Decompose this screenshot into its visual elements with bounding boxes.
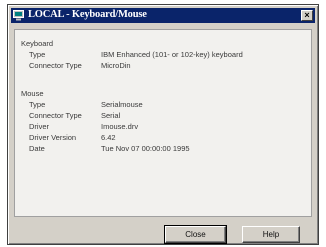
keyboard-heading: Keyboard — [21, 39, 54, 48]
mouse-connector-value: Serial — [101, 111, 121, 120]
mouse-date-label: Date — [29, 144, 45, 153]
mouse-driver-value: Imouse.drv — [101, 122, 139, 131]
mouse-connector-label: Connector Type — [29, 111, 82, 120]
keyboard-connector-value: MicroDin — [101, 61, 131, 70]
window-title: LOCAL - Keyboard/Mouse — [28, 9, 147, 20]
keyboard-type-value: IBM Enhanced (101- or 102-key) keyboard — [101, 50, 243, 59]
mouse-date-value: Tue Nov 07 00:00:00 1995 — [101, 144, 190, 153]
mouse-heading: Mouse — [21, 89, 44, 98]
mouse-driver-version-value: 6.42 — [101, 133, 116, 142]
computer-icon — [13, 10, 24, 21]
keyboard-type-label: Type — [29, 50, 46, 59]
mouse-driver-label: Driver — [29, 122, 49, 131]
help-button[interactable]: Help — [242, 226, 300, 243]
mouse-driver-version-label: Driver Version — [29, 133, 77, 142]
close-button[interactable]: Close — [164, 225, 227, 244]
close-icon[interactable]: × — [301, 10, 313, 21]
mouse-type-label: Type — [29, 100, 46, 109]
device-info-panel: Keyboard Type IBM Enhanced (101- or 102-… — [14, 29, 312, 217]
keyboard-connector-label: Connector Type — [29, 61, 82, 70]
mouse-type-value: Serialmouse — [101, 100, 143, 109]
keyboard-mouse-dialog: LOCAL - Keyboard/Mouse × Keyboard Type I… — [7, 4, 319, 245]
title-bar[interactable]: LOCAL - Keyboard/Mouse × — [11, 8, 315, 23]
